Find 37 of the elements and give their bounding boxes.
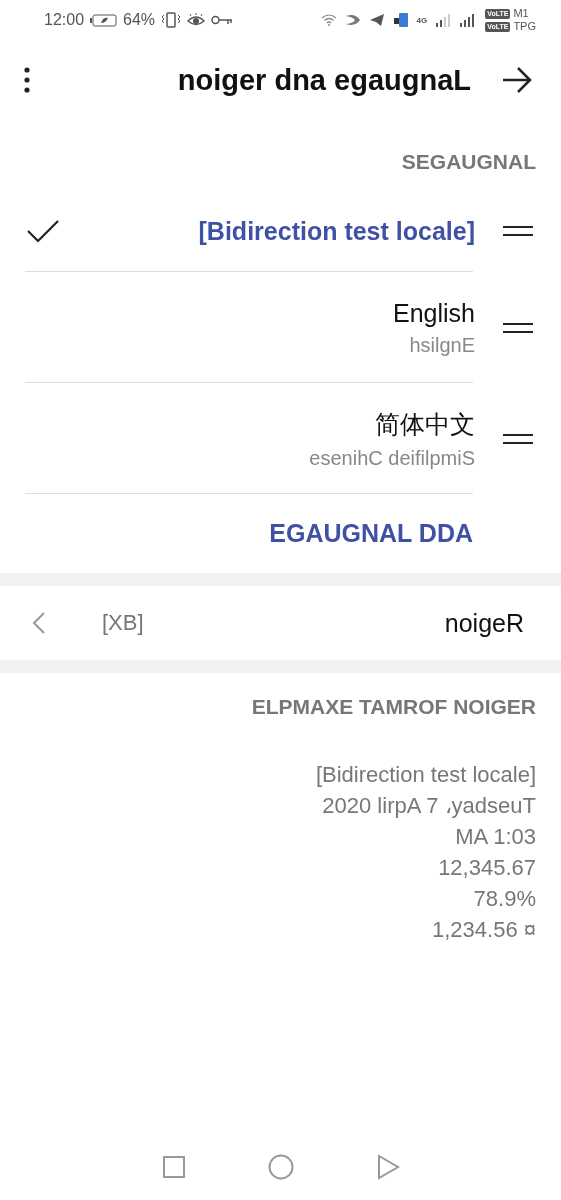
forward-button[interactable] (501, 66, 533, 94)
eye-icon (187, 12, 206, 28)
home-button[interactable] (267, 1154, 294, 1180)
signal-icon (435, 13, 452, 27)
format-example: 1,234.56 ¤ (432, 916, 536, 944)
more-options-button[interactable] (24, 67, 30, 93)
battery-percent: 64% (123, 11, 156, 29)
battery-icon (90, 13, 118, 27)
back-button[interactable] (375, 1154, 400, 1180)
format-example: [Bidirection test locale] (315, 761, 536, 789)
carrier-name: M1 (513, 7, 529, 20)
carrier-name: TPG (513, 20, 536, 33)
phone-icon (392, 12, 409, 28)
key-icon (211, 15, 234, 25)
section-header: ELPMAXE TAMROF NOIGER (251, 695, 536, 719)
region-label[interactable]: noigeR (444, 608, 524, 638)
language-item[interactable]: English hsilgnE (393, 298, 475, 357)
add-language-button[interactable]: EGAUGNAL DDA (269, 519, 473, 548)
format-example: MA 1:03 (455, 823, 536, 851)
language-item[interactable]: 简体中文 esenihC deifilpmiS (309, 407, 475, 470)
drag-handle-icon[interactable] (503, 432, 533, 445)
vibrate-icon (161, 12, 182, 28)
section-header: SEGAUGNAL (401, 150, 536, 173)
region-value: [XB] (102, 610, 144, 636)
page-title: noiger dna egaugnaL (177, 63, 471, 97)
wifi-icon (320, 14, 337, 26)
format-example: 12,345.67 (438, 854, 536, 882)
recents-button[interactable] (161, 1155, 186, 1179)
format-example: 2020 lirpA 7 ،yadseuT (322, 792, 536, 820)
paper-plane-icon (368, 13, 385, 27)
drag-handle-icon[interactable] (503, 321, 533, 334)
drag-handle-icon[interactable] (503, 225, 533, 237)
clock: 12:00 (44, 11, 85, 29)
network-type: 4G (416, 15, 428, 25)
chevron-left-icon[interactable] (32, 611, 46, 635)
language-item[interactable]: [Bidirection test locale] (198, 216, 475, 246)
format-example: 78.9% (473, 885, 536, 913)
